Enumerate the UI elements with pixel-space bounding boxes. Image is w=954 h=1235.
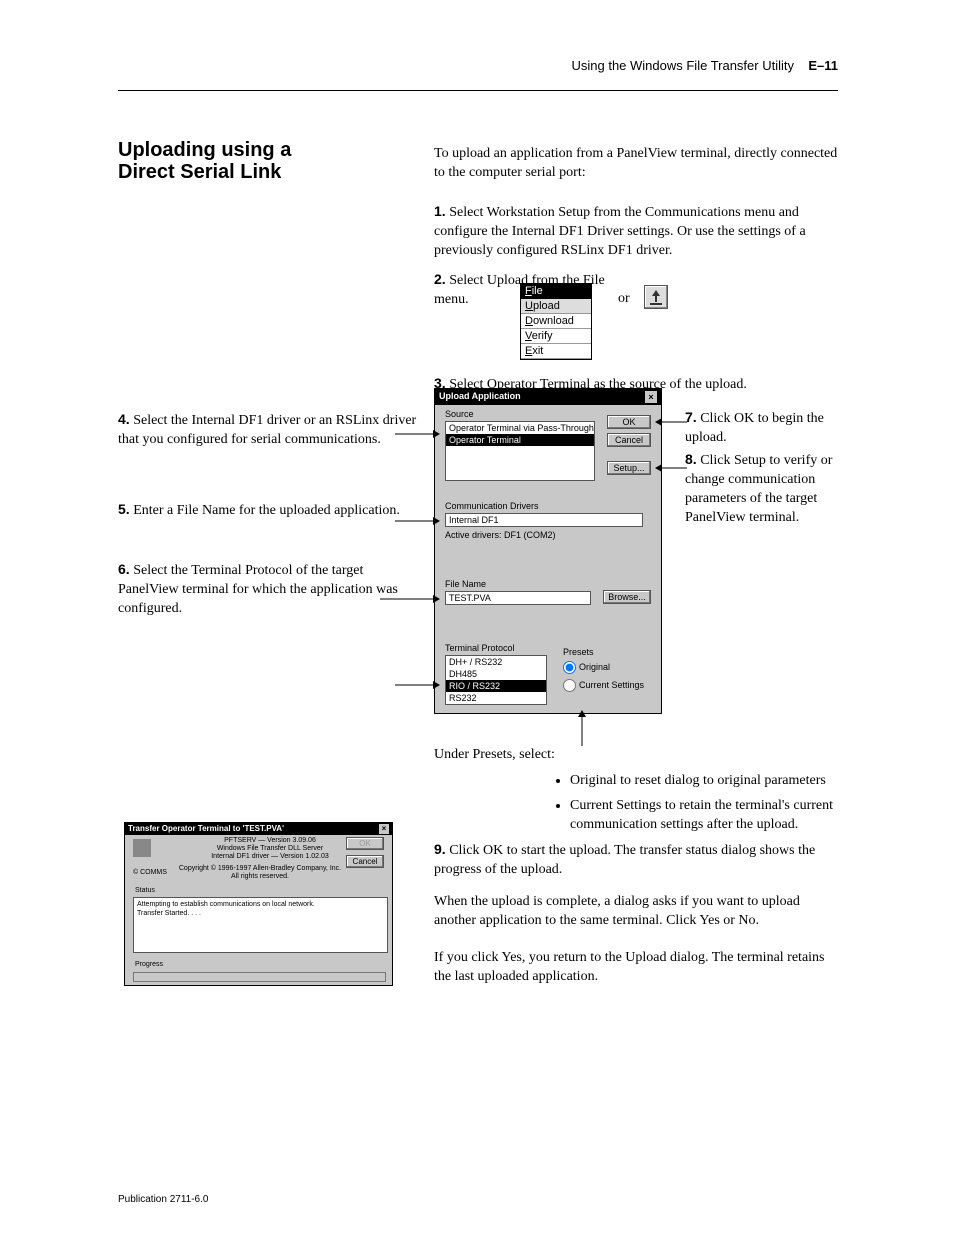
step-7-text: Click OK to begin the upload. [685, 411, 824, 445]
step-4-num: 4. [118, 411, 130, 427]
intro-paragraph: To upload an application from a PanelVie… [434, 145, 839, 183]
section-title-line2: Direct Serial Link [118, 161, 281, 184]
status-label: Status [135, 887, 155, 895]
close-icon[interactable]: × [645, 391, 657, 403]
preset-current-radio[interactable]: Current Settings [563, 679, 644, 692]
header-rule [118, 90, 838, 91]
step-4-text: Select the Internal DF1 driver or an RSL… [118, 413, 416, 447]
upload-dialog-titlebar: Upload Application × [435, 389, 661, 405]
header-title: Using the Windows File Transfer Utility [571, 58, 794, 73]
step-2-num: 2. [434, 271, 446, 287]
comm-drivers-select[interactable]: Internal DF1 [445, 513, 643, 527]
browse-button[interactable]: Browse... [603, 590, 651, 604]
step-7: 7. Click OK to begin the upload. [685, 408, 845, 448]
presets-intro: Under Presets, select: [434, 746, 634, 765]
ok-button[interactable]: OK [607, 415, 651, 429]
step-11: If you click Yes, you return to the Uplo… [434, 949, 839, 987]
step-10: When the upload is complete, a dialog as… [434, 893, 839, 931]
step-5: 5. Enter a File Name for the uploaded ap… [118, 500, 418, 521]
upload-dialog-title: Upload Application [439, 391, 521, 403]
header-page-number: E–11 [808, 58, 838, 73]
progress-bar [133, 972, 386, 982]
step-8-num: 8. [685, 451, 697, 467]
menu-item-exit[interactable]: Exit [521, 344, 591, 359]
publication-number: Publication 2711-6.0 [118, 1194, 208, 1205]
proto-dh485[interactable]: DH485 [446, 668, 546, 680]
cancel-button[interactable]: Cancel [607, 433, 651, 447]
comm-drivers-label: Communication Drivers [445, 501, 539, 511]
proto-dhplus[interactable]: DH+ / RS232 [446, 656, 546, 668]
step-7-num: 7. [685, 409, 697, 425]
copyright-line-2: All rights reserved. [175, 873, 345, 881]
upload-toolbar-icon[interactable] [644, 285, 668, 309]
proto-rio[interactable]: RIO / RS232 [446, 680, 546, 692]
section-title-line1: Uploading using a [118, 139, 291, 162]
menu-item-download[interactable]: Download [521, 314, 591, 329]
transfer-dialog: Transfer Operator Terminal to 'TEST.PVA'… [124, 822, 393, 986]
step-5-text: Enter a File Name for the uploaded appli… [133, 503, 400, 518]
preset-bullet-original: Original to reset dialog to original par… [570, 772, 880, 791]
step-4: 4. Select the Internal DF1 driver or an … [118, 410, 418, 450]
preset-bullet-current: Current Settings to retain the terminal'… [570, 797, 880, 835]
preset-original-radio[interactable]: Original [563, 661, 610, 674]
source-list[interactable]: Operator Terminal via Pass-Through Opera… [445, 421, 595, 481]
presets-label: Presets [563, 647, 594, 657]
step-5-num: 5. [118, 501, 130, 517]
menu-item-verify[interactable]: Verify [521, 329, 591, 344]
comms-label: © COMMS [133, 869, 167, 877]
or-label: or [618, 290, 638, 309]
transfer-dialog-titlebar: Transfer Operator Terminal to 'TEST.PVA'… [125, 823, 392, 835]
source-label: Source [445, 409, 474, 419]
proto-rs232[interactable]: RS232 [446, 692, 546, 704]
setup-button[interactable]: Setup... [607, 461, 651, 475]
step-6-num: 6. [118, 561, 130, 577]
version-line-3: Internal DF1 driver — Version 1.02.03 [205, 853, 335, 861]
step-1-num: 1. [434, 203, 446, 219]
menu-item-upload[interactable]: Upload [521, 299, 591, 314]
presets-bullets: Original to reset dialog to original par… [530, 772, 880, 841]
step-1: 1. Select Workstation Setup from the Com… [434, 202, 839, 261]
step-6-text: Select the Terminal Protocol of the targ… [118, 563, 398, 616]
status-textbox: Attempting to establish communications o… [133, 897, 388, 953]
step-8: 8. Click Setup to verify or change commu… [685, 450, 855, 528]
step-9: 9. Click OK to start the upload. The tra… [434, 840, 839, 880]
step-8-text: Click Setup to verify or change communic… [685, 453, 832, 525]
terminal-protocol-label: Terminal Protocol [445, 643, 515, 653]
active-drivers-label: Active drivers: DF1 (COM2) [445, 530, 556, 540]
file-name-label: File Name [445, 579, 486, 589]
step-6: 6. Select the Terminal Protocol of the t… [118, 560, 418, 619]
file-menu-title[interactable]: File [521, 284, 591, 299]
step-9-num: 9. [434, 841, 446, 857]
progress-label: Progress [135, 961, 163, 969]
transfer-dialog-title: Transfer Operator Terminal to 'TEST.PVA' [128, 824, 284, 834]
file-name-input[interactable]: TEST.PVA [445, 591, 591, 605]
terminal-protocol-list[interactable]: DH+ / RS232 DH485 RIO / RS232 RS232 [445, 655, 547, 705]
cancel-button[interactable]: Cancel [346, 855, 384, 868]
source-row-operator-terminal[interactable]: Operator Terminal [446, 434, 594, 446]
file-menu: File Upload Download Verify Exit [520, 283, 592, 360]
ok-button: OK [346, 837, 384, 850]
step-9-text: Click OK to start the upload. The transf… [434, 843, 815, 877]
status-line-1: Attempting to establish communications o… [137, 900, 384, 909]
status-line-2: Transfer Started. . . . [137, 909, 384, 918]
step-1-text: Select Workstation Setup from the Commun… [434, 205, 806, 258]
app-icon [133, 839, 151, 857]
close-icon[interactable]: × [379, 824, 389, 834]
upload-dialog: Upload Application × Source Operator Ter… [434, 388, 662, 714]
source-row-passthrough[interactable]: Operator Terminal via Pass-Through [446, 422, 594, 434]
